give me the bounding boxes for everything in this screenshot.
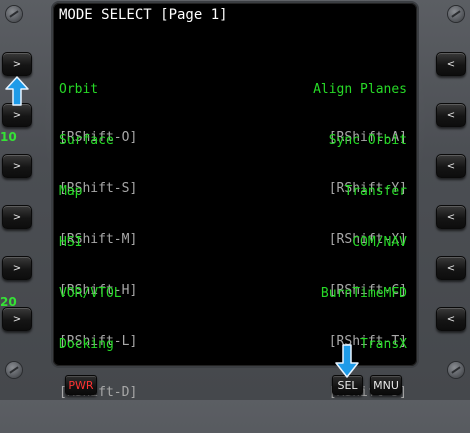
menu-entry-name: Align Planes [313,82,407,97]
menu-entry-docking: Docking [RShift-D] [59,305,137,433]
menu-entry-name: VOR/VTOL [59,286,122,301]
menu-entry-name: Sync Orbit [328,133,407,148]
screw-top-left-icon [6,6,22,22]
menu-entry-name: COM/NAV [352,235,407,250]
left-side-button-6[interactable]: > [2,307,32,331]
pwr-button[interactable]: PWR [65,375,97,395]
right-side-button-1[interactable]: < [436,52,466,76]
menu-entry-name: Map [59,184,83,199]
right-side-button-3[interactable]: < [436,154,466,178]
left-side-button-2[interactable]: > [2,103,32,127]
menu-entry-name: Docking [59,337,114,352]
screw-bottom-right-icon [448,362,464,378]
right-side-button-5[interactable]: < [436,256,466,280]
left-side-button-3[interactable]: > [2,154,32,178]
arrow-up-icon [5,76,29,106]
scale-label-10: 10 [0,130,17,144]
left-side-button-1[interactable]: > [2,52,32,76]
right-side-button-6[interactable]: < [436,307,466,331]
sel-button[interactable]: SEL [332,375,363,395]
menu-entry-name: Transfer [344,184,407,199]
menu-entry-name: BurnTimeMFD [320,286,407,301]
menu-entry-name: Orbit [59,82,99,97]
menu-entry-name: Surface [59,133,114,148]
right-side-button-2[interactable]: < [436,103,466,127]
arrow-down-icon [335,344,359,378]
screw-top-right-icon [448,6,464,22]
left-side-button-5[interactable]: > [2,256,32,280]
page-title: MODE SELECT [Page 1] [59,7,228,23]
right-side-button-4[interactable]: < [436,205,466,229]
mfd-screen: MODE SELECT [Page 1] Orbit [RShift-O] Su… [53,3,417,400]
left-side-button-4[interactable]: > [2,205,32,229]
screw-bottom-left-icon [6,362,22,378]
mnu-button[interactable]: MNU [370,375,402,395]
menu-entry-name: HSI [59,235,83,250]
